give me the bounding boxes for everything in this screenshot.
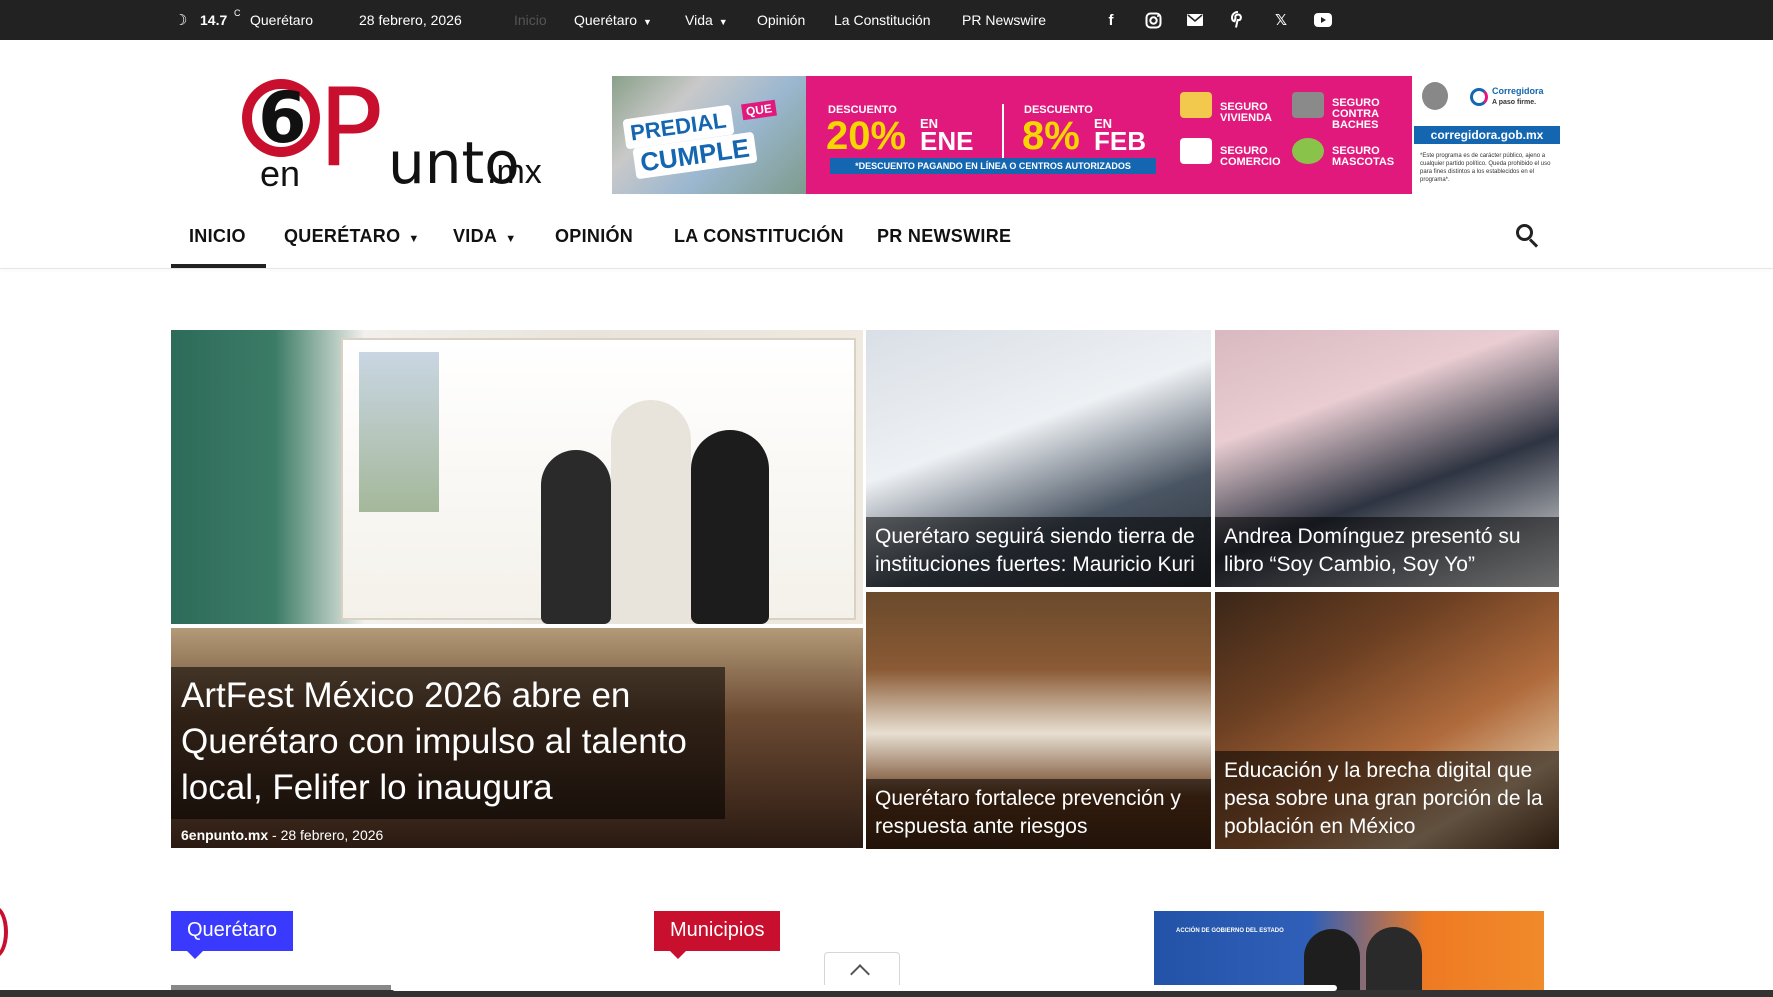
weather-temperature: 14.7	[200, 12, 228, 28]
house-icon	[1180, 92, 1212, 118]
logo-p: P	[318, 66, 384, 191]
featured-article-1[interactable]: Querétaro seguirá siendo tierra de insti…	[866, 330, 1211, 587]
topnav-queretaro-label: Querétaro	[574, 12, 638, 28]
logo-mx: .mx	[487, 153, 542, 191]
chevron-down-icon: ▼	[505, 233, 517, 245]
search-icon[interactable]	[1514, 222, 1542, 250]
site-logo[interactable]: 6 en P unto .mx	[238, 66, 548, 197]
featured-article-3[interactable]: Querétaro fortalece prevención y respues…	[866, 592, 1211, 849]
topnav-vida-label: Vida	[685, 12, 713, 28]
moon-icon: ☽	[174, 12, 188, 29]
featured-main-separator: -	[272, 827, 277, 843]
chevron-down-icon: ▼	[718, 17, 728, 27]
section-municipios[interactable]: Municipios	[654, 911, 781, 959]
banner-strip: *DESCUENTO PAGANDO EN LÍNEA O CENTROS AU…	[830, 158, 1156, 174]
top-bar: ☽ 14.7 C Querétaro 28 febrero, 2026 Inic…	[0, 0, 1773, 40]
banner-seguro-baches: SEGURO CONTRA BACHES	[1332, 97, 1380, 131]
featured-main-title: ArtFest México 2026 abre en Querétaro co…	[171, 667, 725, 819]
instagram-icon[interactable]	[1143, 11, 1163, 29]
topnav-queretaro[interactable]: Querétaro ▼	[574, 12, 652, 28]
store-icon	[1180, 138, 1212, 164]
featured-article-2-title: Andrea Domínguez presentó su libro “Soy …	[1215, 517, 1559, 587]
floating-badge[interactable]	[0, 906, 8, 958]
road-icon	[1292, 92, 1324, 118]
banner-que: QUE	[741, 99, 777, 121]
nav-divider	[0, 268, 1773, 269]
featured-article-2[interactable]: Andrea Domínguez presentó su libro “Soy …	[1215, 330, 1559, 587]
banner-seguro-mascotas: SEGURO MASCOTAS	[1332, 145, 1395, 168]
mainnav-vida[interactable]: VIDA ▼	[453, 226, 516, 247]
banner-divider	[1002, 104, 1004, 160]
topnav-la-constitucion[interactable]: La Constitución	[834, 12, 931, 28]
mainnav-queretaro-label: QUERÉTARO	[284, 226, 401, 246]
mainnav-vida-label: VIDA	[453, 226, 498, 246]
mail-icon[interactable]	[1185, 11, 1205, 29]
section-municipios-label: Municipios	[670, 919, 765, 941]
chevron-up-icon	[850, 964, 870, 984]
banner-ad-predial[interactable]: PREDIAL QUE CUMPLE DESCUENTO 20% EN ENE …	[612, 76, 1560, 194]
corregidora-logo-icon	[1470, 88, 1488, 106]
featured-article-1-title: Querétaro seguirá siendo tierra de insti…	[866, 517, 1211, 587]
topnav-pr-newswire[interactable]: PR Newswire	[962, 12, 1046, 28]
banner-note: *Este programa es de carácter público, a…	[1420, 153, 1551, 183]
topnav-inicio[interactable]: Inicio	[514, 12, 547, 28]
chevron-down-icon: ▼	[408, 233, 420, 245]
topnav-vida[interactable]: Vida ▼	[685, 12, 728, 28]
banner-feb-pct: 8%	[1022, 114, 1080, 158]
featured-article-3-title: Querétaro fortalece prevención y respues…	[866, 779, 1211, 849]
mainnav-opinion[interactable]: OPINIÓN	[555, 226, 633, 247]
featured-article-4-title: Educación y la brecha digital que pesa s…	[1215, 751, 1559, 849]
weather-city: Querétaro	[250, 12, 314, 28]
section-queretaro[interactable]: Querétaro	[171, 911, 294, 959]
banner-ene-month: ENE	[920, 126, 974, 156]
topnav-opinion[interactable]: Opinión	[757, 12, 805, 28]
featured-main-date: 28 febrero, 2026	[280, 827, 384, 843]
facebook-icon[interactable]: f	[1101, 11, 1121, 29]
featured-article-4[interactable]: Educación y la brecha digital que pesa s…	[1215, 592, 1559, 849]
x-icon[interactable]: 𝕏	[1271, 11, 1291, 29]
banner-url: corregidora.gob.mx	[1414, 126, 1560, 144]
mainnav-la-constitucion[interactable]: LA CONSTITUCIÓN	[674, 226, 844, 247]
section-queretaro-label: Querétaro	[187, 919, 278, 941]
scroll-to-top-button[interactable]	[824, 952, 900, 988]
banner-feb-month: FEB	[1094, 126, 1146, 156]
horizontal-scrollbar-track[interactable]	[0, 990, 1773, 997]
weather-unit: C	[234, 8, 241, 18]
featured-main-author: 6enpunto.mx	[181, 827, 269, 843]
pinterest-icon[interactable]	[1228, 11, 1248, 29]
mainnav-queretaro[interactable]: QUERÉTARO ▼	[284, 226, 420, 247]
featured-main-article[interactable]: ArtFest México 2026 abre en Querétaro co…	[171, 330, 863, 849]
banner-seguro-vivienda: SEGURO VIVIENDA	[1220, 101, 1272, 124]
mainnav-inicio[interactable]: INICIO	[189, 226, 246, 247]
current-date: 28 febrero, 2026	[359, 12, 462, 28]
featured-main-meta: 6enpunto.mx - 28 febrero, 2026	[181, 827, 383, 843]
mainnav-pr-newswire[interactable]: PR NEWSWIRE	[877, 226, 1011, 247]
chevron-down-icon: ▼	[643, 17, 652, 27]
side-ad-person-2	[1366, 927, 1422, 997]
banner-seguro-comercio: SEGURO COMERCIO	[1220, 145, 1281, 168]
horizontal-scrollbar-thumb[interactable]	[392, 985, 1337, 991]
banner-city-illustration: PREDIAL QUE CUMPLE	[612, 76, 806, 194]
banner-corregidora-name: Corregidora	[1492, 86, 1544, 96]
banner-ene-pct: 20%	[826, 114, 907, 158]
youtube-icon[interactable]	[1313, 11, 1333, 29]
banner-discounts: DESCUENTO 20% EN ENE DESCUENTO 8% EN FEB…	[806, 76, 1412, 194]
side-ad-text: ACCIÓN DE GOBIERNO DEL ESTADO	[1176, 928, 1284, 934]
banner-corregidora-tag: A paso firme.	[1492, 99, 1537, 106]
logo-six: 6	[258, 77, 307, 159]
banner-corregidora: Corregidora A paso firme. corregidora.go…	[1412, 76, 1560, 194]
seal-icon	[1422, 82, 1448, 110]
logo-en: en	[260, 153, 301, 194]
pet-icon	[1292, 138, 1324, 164]
